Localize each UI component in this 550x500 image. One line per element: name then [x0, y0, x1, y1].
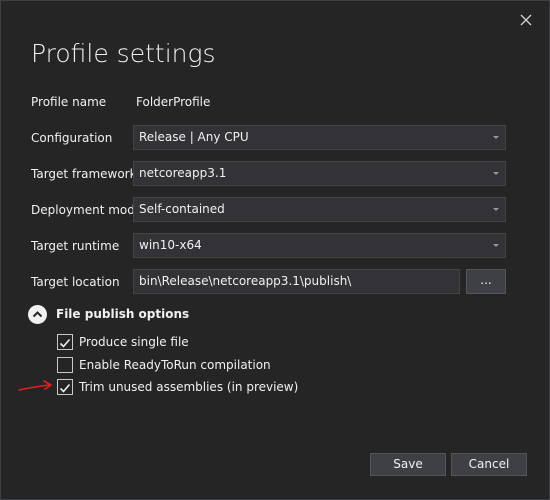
target-runtime-label: Target runtime [31, 239, 120, 253]
trim-unused-assemblies-checkbox[interactable] [57, 379, 73, 395]
deployment-mode-label: Deployment mode [31, 203, 143, 217]
configuration-label: Configuration [31, 131, 113, 145]
checkmark-icon [59, 338, 71, 348]
chevron-up-icon [32, 311, 43, 318]
save-button[interactable]: Save [370, 453, 446, 476]
produce-single-file-checkbox[interactable] [57, 334, 73, 350]
produce-single-file-label: Produce single file [79, 335, 189, 349]
target-location-input[interactable]: bin\Release\netcoreapp3.1\publish\ [133, 269, 460, 294]
configuration-value: Release | Any CPU [139, 130, 249, 144]
target-runtime-value: win10-x64 [139, 238, 202, 252]
configuration-dropdown[interactable]: Release | Any CPU [133, 125, 506, 150]
profile-name-value: FolderProfile [136, 95, 211, 109]
chevron-down-icon [493, 208, 499, 211]
cancel-button[interactable]: Cancel [451, 453, 527, 476]
browse-button[interactable]: ... [466, 269, 506, 294]
collapse-expander-button[interactable] [28, 305, 47, 324]
close-icon[interactable] [517, 11, 535, 29]
profile-name-label: Profile name [31, 95, 107, 109]
chevron-down-icon [493, 244, 499, 247]
chevron-down-icon [493, 172, 499, 175]
target-runtime-dropdown[interactable]: win10-x64 [133, 233, 506, 258]
target-location-value: bin\Release\netcoreapp3.1\publish\ [139, 274, 352, 288]
target-framework-dropdown[interactable]: netcoreapp3.1 [133, 161, 506, 186]
trim-unused-assemblies-label: Trim unused assemblies (in preview) [79, 380, 299, 394]
target-framework-value: netcoreapp3.1 [139, 166, 227, 180]
deployment-mode-dropdown[interactable]: Self-contained [133, 197, 506, 222]
checkmark-icon [59, 383, 71, 393]
enable-readytorun-label: Enable ReadyToRun compilation [79, 358, 271, 372]
deployment-mode-value: Self-contained [139, 202, 225, 216]
profile-settings-dialog: Profile settings Profile name FolderProf… [0, 0, 550, 500]
target-location-label: Target location [31, 275, 120, 289]
enable-readytorun-checkbox[interactable] [57, 357, 73, 373]
chevron-down-icon [493, 136, 499, 139]
file-publish-options-label: File publish options [56, 307, 190, 321]
target-framework-label: Target framework [31, 167, 137, 181]
annotation-arrow-icon [18, 380, 52, 391]
dialog-title: Profile settings [31, 39, 216, 68]
